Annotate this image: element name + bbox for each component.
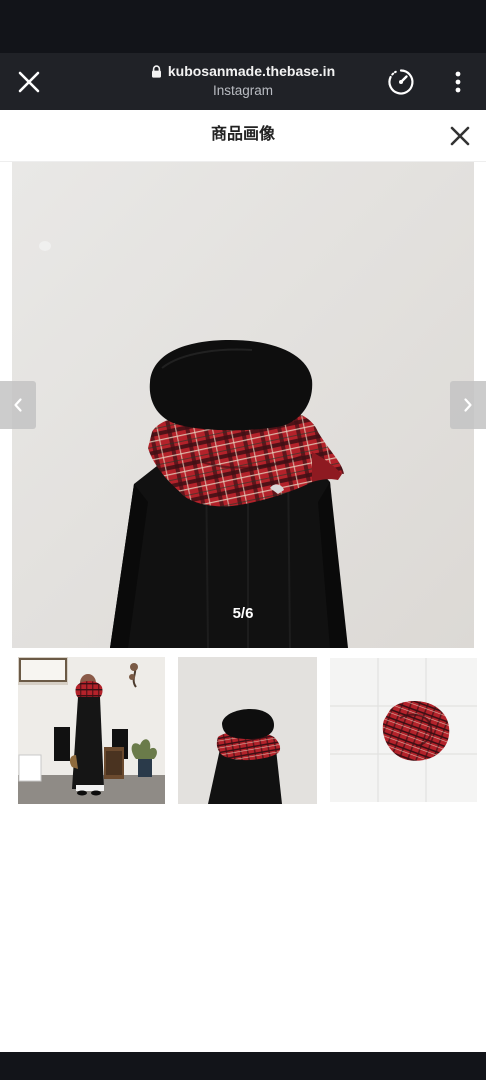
more-vertical-icon	[455, 71, 461, 93]
person-in-coat-photo	[18, 657, 165, 804]
next-image-button[interactable]	[450, 381, 486, 429]
thumbnail-2[interactable]	[178, 657, 317, 804]
status-bar	[0, 0, 486, 53]
modal-close-button[interactable]	[446, 122, 474, 150]
address-block[interactable]: kubosanmade.thebase.in Instagram	[110, 62, 376, 101]
previous-image-button[interactable]	[0, 381, 36, 429]
navigation-bar	[0, 1052, 486, 1080]
page-source-label: Instagram	[212, 83, 274, 98]
chevron-right-icon	[464, 398, 472, 412]
rolled-scarf-photo	[330, 658, 477, 802]
page-speed-button[interactable]	[385, 66, 417, 98]
product-photo	[12, 162, 474, 648]
more-options-button[interactable]	[445, 66, 471, 98]
thumbnail-3[interactable]	[330, 658, 477, 802]
browser-close-button[interactable]	[12, 65, 46, 99]
mannequin-beret-photo	[178, 657, 317, 804]
speedometer-icon	[388, 69, 414, 95]
image-counter: 5/6	[232, 605, 254, 622]
thumbnail-1[interactable]	[18, 657, 165, 804]
close-icon	[18, 71, 40, 93]
page-url: kubosanmade.thebase.in	[167, 63, 336, 79]
close-icon	[450, 126, 470, 146]
main-product-image[interactable]: 5/6	[12, 162, 474, 648]
image-modal-header: 商品画像	[0, 110, 486, 162]
chevron-left-icon	[14, 398, 22, 412]
modal-title: 商品画像	[210, 126, 275, 143]
browser-toolbar: kubosanmade.thebase.in Instagram	[0, 53, 486, 110]
lock-icon	[151, 64, 161, 78]
